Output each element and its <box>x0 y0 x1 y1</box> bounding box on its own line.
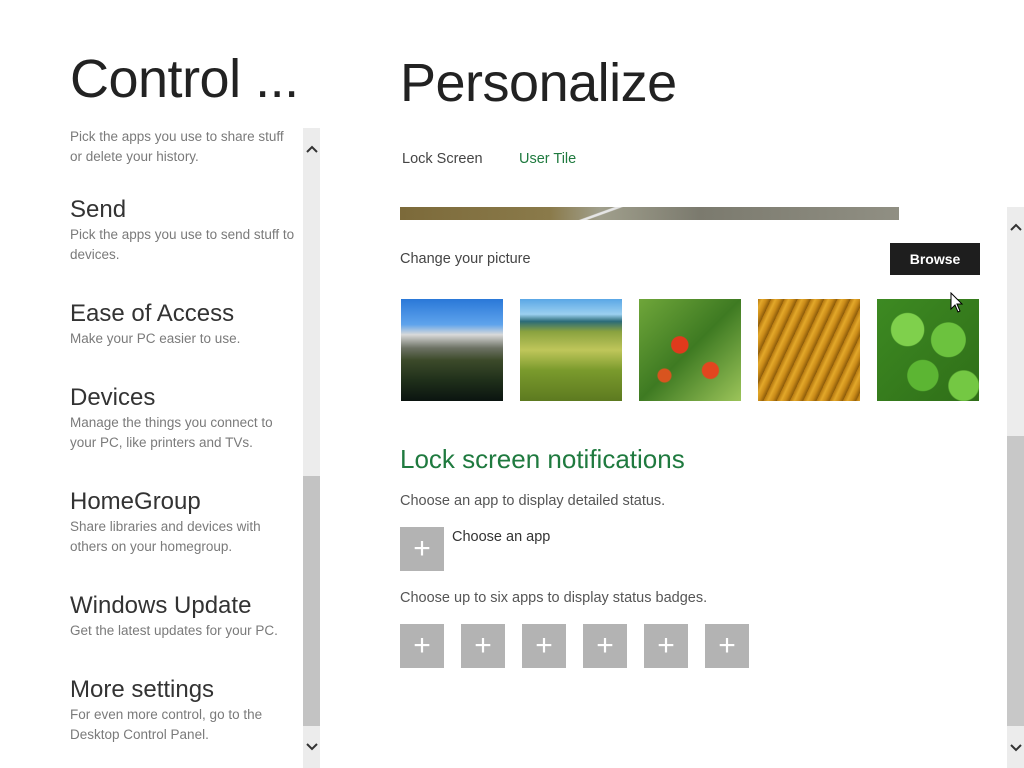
settings-item-name: HomeGroup <box>70 488 201 515</box>
settings-item-description: Get the latest updates for your PC. <box>70 623 278 638</box>
settings-item-description: Manage the things you connect to your PC… <box>70 415 273 450</box>
page-title: Personalize <box>400 53 677 113</box>
settings-list: Pick the apps you use to share stuff or … <box>70 126 296 768</box>
green-hills-picture[interactable] <box>520 299 622 401</box>
settings-item-description: Pick the apps you use to send stuff to d… <box>70 227 295 262</box>
settings-item-name: Windows Update <box>70 592 252 619</box>
clover-picture[interactable] <box>877 299 979 401</box>
lock-screen-notifications-heading: Lock screen notifications <box>400 444 685 474</box>
badge-app-slot-3[interactable]: + <box>522 624 566 668</box>
settings-item-name: Devices <box>70 384 156 411</box>
chevron-down-icon[interactable] <box>1007 741 1024 755</box>
settings-item-description: Share libraries and devices with others … <box>70 519 261 554</box>
detailed-status-text: Choose an app to display detailed status… <box>400 493 666 509</box>
chevron-up-icon[interactable] <box>303 142 320 156</box>
current-picture-preview <box>400 207 899 220</box>
red-flowers-picture[interactable] <box>639 299 741 401</box>
right-scrollbar-thumb[interactable] <box>1007 436 1024 726</box>
badge-app-slot-2[interactable]: + <box>461 624 505 668</box>
settings-item-name: Send <box>70 196 127 223</box>
settings-item-name: More settings <box>70 676 215 703</box>
left-pane-title: Control ... <box>70 49 299 109</box>
mouse-pointer-icon <box>950 291 964 314</box>
settings-item-share[interactable]: Pick the apps you use to share stuff or … <box>70 126 296 167</box>
golden-grass-picture[interactable] <box>758 299 860 401</box>
tab-user-tile[interactable]: User Tile <box>519 151 576 167</box>
settings-item-ease-of-access[interactable]: Ease of Access Make your PC easier to us… <box>70 300 296 349</box>
settings-item-description: For even more control, go to the Desktop… <box>70 707 263 742</box>
settings-item-windows-update[interactable]: Windows Update Get the latest updates fo… <box>70 592 296 641</box>
settings-item-devices[interactable]: Devices Manage the things you connect to… <box>70 384 296 453</box>
browse-button[interactable]: Browse <box>890 243 980 275</box>
left-scrollbar-thumb[interactable] <box>303 476 320 726</box>
settings-item-description: Pick the apps you use to share stuff or … <box>70 129 284 164</box>
settings-item-send[interactable]: Send Pick the apps you use to send stuff… <box>70 196 296 265</box>
choose-detailed-app-button[interactable]: + <box>400 527 444 571</box>
chevron-up-icon[interactable] <box>1007 220 1024 234</box>
settings-item-name: Ease of Access <box>70 300 235 327</box>
choose-app-label: Choose an app <box>452 529 551 545</box>
mountain-lake-picture[interactable] <box>401 299 503 401</box>
tab-lock-screen[interactable]: Lock Screen <box>402 151 483 167</box>
chevron-down-icon[interactable] <box>303 740 320 754</box>
status-badges-text: Choose up to six apps to display status … <box>400 590 708 606</box>
badge-app-slot-5[interactable]: + <box>644 624 688 668</box>
badge-app-slot-4[interactable]: + <box>583 624 627 668</box>
badge-app-slot-6[interactable]: + <box>705 624 749 668</box>
badge-app-slot-1[interactable]: + <box>400 624 444 668</box>
settings-item-more-settings[interactable]: More settings For even more control, go … <box>70 676 296 745</box>
change-picture-label: Change your picture <box>400 251 531 267</box>
settings-item-homegroup[interactable]: HomeGroup Share libraries and devices wi… <box>70 488 296 557</box>
settings-item-description: Make your PC easier to use. <box>70 331 241 346</box>
